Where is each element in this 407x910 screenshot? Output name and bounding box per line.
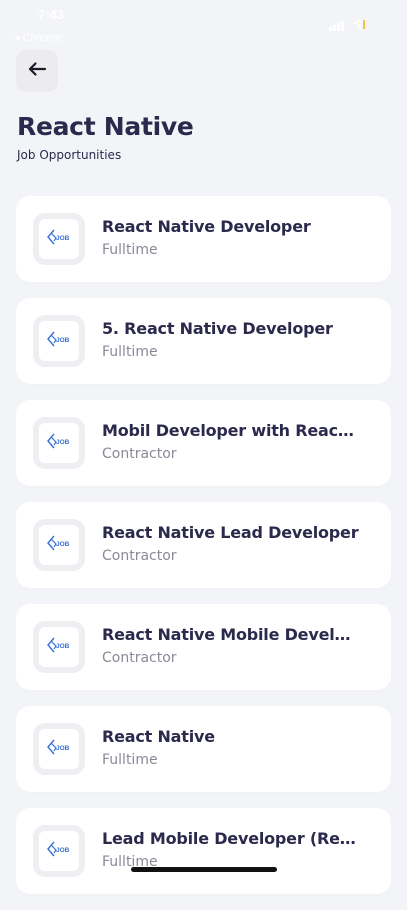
job-card[interactable]: JOB React Native Lead Developer Contract… bbox=[16, 502, 391, 588]
job-logo-icon: JOB bbox=[47, 841, 71, 861]
status-bar: 7:43 ◂ Chrome bbox=[0, 0, 407, 48]
company-logo: JOB bbox=[33, 825, 85, 877]
job-card[interactable]: JOB React Native Fulltime bbox=[16, 706, 391, 792]
job-title: React Native Mobile Developer bbox=[102, 625, 360, 644]
job-title: 5. React Native Developer bbox=[102, 319, 333, 338]
job-logo-icon: JOB bbox=[47, 739, 71, 759]
svg-text:JOB: JOB bbox=[56, 439, 70, 446]
svg-text:JOB: JOB bbox=[56, 745, 70, 752]
company-logo: JOB bbox=[33, 213, 85, 265]
company-logo: JOB bbox=[33, 519, 85, 571]
company-logo: JOB bbox=[33, 315, 85, 367]
back-to-app-link[interactable]: ◂ Chrome bbox=[14, 31, 62, 44]
job-title: Lead Mobile Developer (React Native) bbox=[102, 829, 360, 848]
job-type: Fulltime bbox=[102, 242, 158, 258]
job-card[interactable]: JOB React Native Developer Fulltime bbox=[16, 196, 391, 282]
job-logo-icon: JOB bbox=[47, 433, 71, 453]
job-card[interactable]: JOB Mobil Developer with React Native Co… bbox=[16, 400, 391, 486]
page-title: React Native bbox=[17, 112, 194, 141]
job-logo-icon: JOB bbox=[47, 229, 71, 249]
back-button[interactable] bbox=[16, 50, 58, 92]
job-title: React Native Developer bbox=[102, 217, 311, 236]
home-indicator[interactable] bbox=[131, 867, 277, 872]
job-logo-icon: JOB bbox=[47, 331, 71, 351]
status-time: 7:43 bbox=[38, 7, 65, 22]
job-title: React Native Lead Developer bbox=[102, 523, 359, 542]
arrow-left-icon bbox=[27, 61, 47, 81]
job-logo-icon: JOB bbox=[47, 637, 71, 657]
battery-icon bbox=[363, 20, 365, 29]
svg-text:JOB: JOB bbox=[56, 337, 70, 344]
job-card[interactable]: JOB Lead Mobile Developer (React Native)… bbox=[16, 808, 391, 894]
job-type: Fulltime bbox=[102, 752, 158, 768]
job-card[interactable]: JOB React Native Mobile Developer Contra… bbox=[16, 604, 391, 690]
status-icons bbox=[329, 16, 367, 35]
job-type: Contractor bbox=[102, 446, 177, 462]
company-logo: JOB bbox=[33, 621, 85, 673]
job-type: Contractor bbox=[102, 548, 177, 564]
signal-icon bbox=[329, 16, 345, 35]
svg-text:JOB: JOB bbox=[56, 643, 70, 650]
company-logo: JOB bbox=[33, 723, 85, 775]
job-type: Fulltime bbox=[102, 344, 158, 360]
job-logo-icon: JOB bbox=[47, 535, 71, 555]
svg-text:JOB: JOB bbox=[56, 541, 70, 548]
svg-text:JOB: JOB bbox=[56, 235, 70, 242]
job-list: JOB React Native Developer Fulltime JOB … bbox=[16, 196, 391, 910]
job-type: Contractor bbox=[102, 650, 177, 666]
job-title: Mobil Developer with React Native bbox=[102, 421, 360, 440]
company-logo: JOB bbox=[33, 417, 85, 469]
job-title: React Native bbox=[102, 727, 215, 746]
svg-text:JOB: JOB bbox=[56, 847, 70, 854]
job-card[interactable]: JOB 5. React Native Developer Fulltime bbox=[16, 298, 391, 384]
page-subtitle: Job Opportunities bbox=[17, 148, 122, 162]
